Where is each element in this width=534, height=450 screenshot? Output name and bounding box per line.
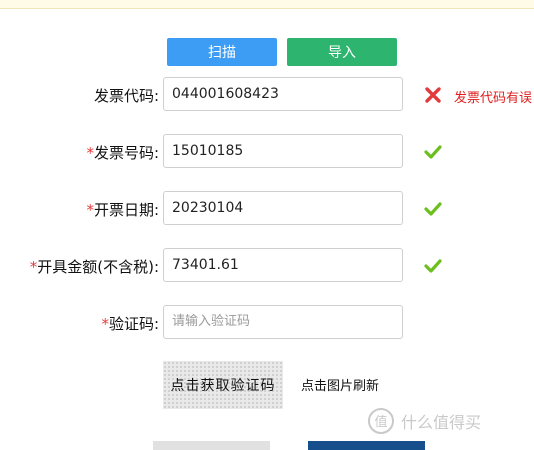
- zhide-logo-icon: 值: [368, 408, 394, 434]
- amount-label: *开具金额(不含税):: [29, 258, 159, 276]
- captcha-image[interactable]: 点击获取验证码: [163, 361, 283, 409]
- issue-date-label: *开票日期:: [86, 201, 159, 219]
- submit-button[interactable]: [308, 441, 425, 450]
- captcha-refresh-hint: 点击图片刷新: [301, 379, 380, 394]
- scan-button[interactable]: 扫描: [167, 38, 277, 66]
- check-icon: [424, 202, 442, 216]
- error-x-icon: [425, 87, 441, 103]
- notice-bar: [0, 0, 534, 9]
- amount-input[interactable]: 73401.61: [163, 248, 403, 282]
- import-button[interactable]: 导入: [287, 38, 397, 66]
- invoice-code-label: 发票代码:: [93, 87, 159, 105]
- issue-date-input[interactable]: 20230104: [163, 191, 403, 225]
- captcha-input[interactable]: 请输入验证码: [163, 305, 403, 339]
- captcha-label: *验证码:: [101, 315, 159, 333]
- check-icon: [424, 145, 442, 159]
- check-icon: [424, 259, 442, 273]
- reset-button[interactable]: [153, 441, 270, 450]
- invoice-number-label: *发票号码:: [86, 144, 159, 162]
- invoice-code-input[interactable]: 044001608423: [163, 77, 403, 111]
- watermark: 值 什么值得买: [367, 407, 481, 435]
- invoice-number-input[interactable]: 15010185: [163, 134, 403, 168]
- svg-text:值: 值: [374, 414, 387, 430]
- invoice-code-error: 发票代码有误: [454, 91, 533, 106]
